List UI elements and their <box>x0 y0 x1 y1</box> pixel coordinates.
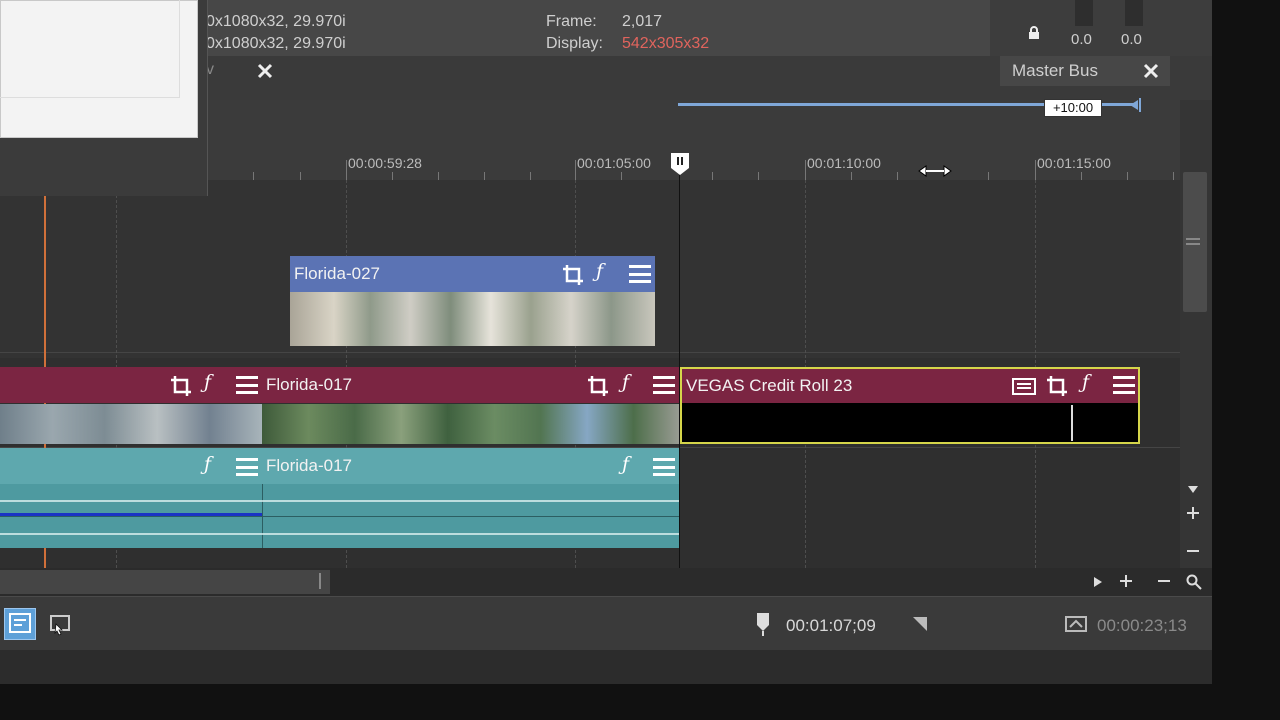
timeline-status-bar <box>0 596 1212 650</box>
clip-title: Florida-017 <box>266 375 352 394</box>
ruler-tick <box>1035 160 1036 180</box>
crop-icon[interactable] <box>1046 375 1068 401</box>
master-level-right: 0.0 <box>1121 31 1142 48</box>
crop-icon[interactable] <box>587 375 609 401</box>
resize-cursor-icon <box>918 164 952 177</box>
fx-icon[interactable]: ƒ <box>1082 373 1089 392</box>
ruler-tick <box>851 172 852 180</box>
loop-region-length: +10:00 <box>1044 99 1102 117</box>
fx-icon[interactable]: ƒ <box>622 455 629 474</box>
clip-title: VEGAS Credit Roll 23 <box>686 376 853 395</box>
ruler-tick <box>621 172 622 180</box>
fx-icon[interactable]: ƒ <box>204 455 211 474</box>
scroll-down-arrow-icon[interactable] <box>1187 481 1199 493</box>
ruler-tick <box>253 172 254 180</box>
clip-menu-icon[interactable] <box>653 458 675 476</box>
clip-menu-icon[interactable] <box>236 376 258 394</box>
preview-format-text: 0x1080x32, 29.970i <box>206 35 346 52</box>
cursor-position-marker-icon <box>755 612 771 636</box>
ruler-tick <box>988 172 989 180</box>
horizontal-scroll-thumb[interactable] <box>0 570 330 594</box>
fx-icon[interactable]: ƒ <box>596 262 603 281</box>
clip-credit-roll-thumbnails[interactable] <box>682 403 1138 442</box>
zoom-out-vertical-icon[interactable] <box>1185 543 1201 559</box>
audio-waveform <box>0 533 680 535</box>
display-label: Display: <box>546 35 603 52</box>
clip-florida-027-thumbnails[interactable] <box>290 292 655 346</box>
frame-value: 2,017 <box>622 13 663 30</box>
scroll-grip-icon <box>1186 238 1200 245</box>
ruler-tick <box>392 172 393 180</box>
frame-label: Frame: <box>546 13 597 30</box>
ruler-tick <box>346 160 347 180</box>
zoom-in-horizontal-icon[interactable] <box>1119 574 1133 588</box>
display-value: 542x305x32 <box>622 35 710 52</box>
crop-icon[interactable] <box>562 264 584 290</box>
close-icon[interactable] <box>256 62 274 80</box>
ruler-tick <box>758 172 759 180</box>
playhead-marker-icon[interactable] <box>670 152 690 176</box>
clip-left-thumbnails[interactable] <box>0 404 262 444</box>
audio-waveform <box>0 500 680 502</box>
meter-left <box>1075 0 1093 26</box>
selection-length-icon <box>1064 614 1088 634</box>
screen-border-right <box>1212 0 1280 720</box>
scroll-thumb-edge <box>319 573 321 589</box>
scroll-right-arrow-icon[interactable] <box>1093 575 1103 587</box>
clip-title: Florida-027 <box>294 264 380 283</box>
ruler-tick <box>1127 172 1128 180</box>
clip-credit-roll-header[interactable]: VEGAS Credit Roll 23 <box>682 369 1138 403</box>
crop-icon[interactable] <box>170 375 192 401</box>
ruler-tick <box>712 172 713 180</box>
fx-icon[interactable]: ƒ <box>204 373 211 392</box>
zoom-out-horizontal-icon[interactable] <box>1157 574 1171 588</box>
clip-menu-icon[interactable] <box>236 458 258 476</box>
screen-border <box>0 684 1280 720</box>
dialog-inner-frame <box>0 0 180 98</box>
generated-media-icon[interactable] <box>1012 376 1036 400</box>
auto-ripple-icon[interactable] <box>48 612 74 636</box>
ruler-label: 00:00:59:28 <box>348 155 422 171</box>
zoom-tool-icon[interactable] <box>1186 574 1202 590</box>
ruler-tick <box>575 160 576 180</box>
clip-menu-icon[interactable] <box>629 265 651 283</box>
ruler-tick <box>300 172 301 180</box>
audio-channel-divider <box>0 516 680 517</box>
project-format-text: 0x1080x32, 29.970i <box>206 13 346 30</box>
master-bus-panel <box>990 0 1212 56</box>
clip-menu-icon[interactable] <box>653 376 675 394</box>
zoom-in-vertical-icon[interactable] <box>1185 505 1201 521</box>
meter-right <box>1125 0 1143 26</box>
loop-end-marker-icon[interactable] <box>1130 98 1142 112</box>
vertical-scrollbar[interactable] <box>1180 100 1212 568</box>
ruler-label: 00:01:15:00 <box>1037 155 1111 171</box>
ruler-tick <box>897 172 898 180</box>
selection-length-time: 00:00:23;13 <box>1097 616 1187 635</box>
fx-icon[interactable]: ƒ <box>622 373 629 392</box>
snapping-toggle-icon[interactable] <box>4 608 36 640</box>
ruler-tick <box>805 160 806 180</box>
master-level-left: 0.0 <box>1071 31 1092 48</box>
ruler-tick <box>530 172 531 180</box>
clip-florida-017-thumbnails[interactable] <box>262 404 680 444</box>
lock-icon[interactable] <box>1027 26 1041 40</box>
ruler-tick <box>484 172 485 180</box>
clip-title: Florida-017 <box>266 456 352 475</box>
ruler-tick <box>1173 172 1174 180</box>
track-divider <box>0 352 1180 353</box>
clip-menu-icon[interactable] <box>1113 376 1135 394</box>
ruler-label: 00:01:05:00 <box>577 155 651 171</box>
cursor-time: 00:01:07;09 <box>786 616 876 635</box>
ruler-label: 00:01:10:00 <box>807 155 881 171</box>
ruler-tick <box>1081 172 1082 180</box>
bottom-toolbar <box>0 650 1212 684</box>
clip-florida-017-audio-header[interactable]: Florida-017 <box>262 448 680 484</box>
master-bus-title: Master Bus <box>1012 61 1098 80</box>
clip-florida-017-video-header[interactable]: Florida-017 <box>262 367 680 403</box>
playhead-line <box>679 165 680 568</box>
ruler-tick <box>438 172 439 180</box>
credit-roll-frame-marker <box>1071 405 1073 441</box>
close-icon[interactable] <box>1142 62 1160 80</box>
selection-end-icon <box>912 616 928 632</box>
